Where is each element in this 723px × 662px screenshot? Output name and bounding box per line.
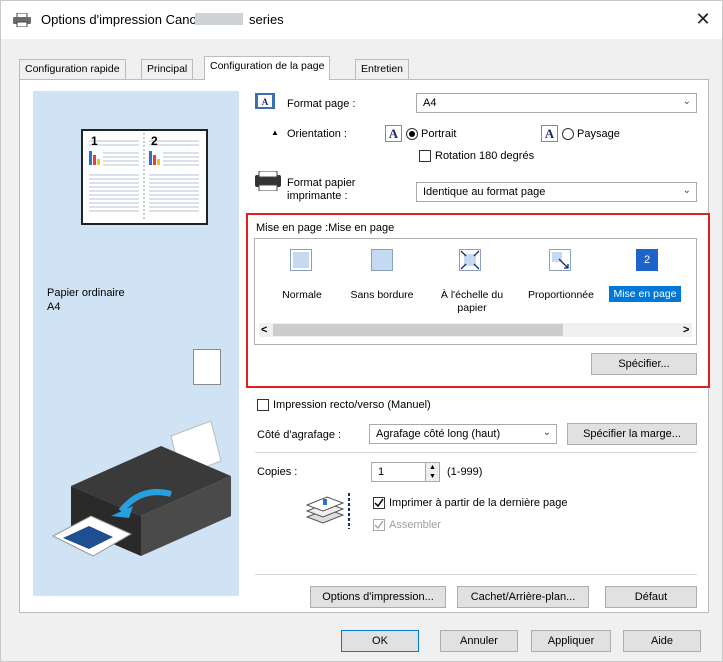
specify-button[interactable]: Spécifier... — [591, 353, 697, 375]
tab-configuration-page[interactable]: Configuration de la page — [204, 56, 331, 80]
copies-input[interactable]: 1 — [371, 462, 426, 482]
portrait-radio[interactable] — [406, 128, 418, 140]
rotation-label[interactable]: Rotation 180 degrés — [435, 150, 534, 162]
redacted-model-name — [195, 13, 243, 25]
duplex-label[interactable]: Impression recto/verso (Manuel) — [273, 399, 431, 411]
window-title-suffix: series — [249, 12, 284, 27]
copies-range: (1-999) — [447, 466, 483, 478]
print-options-button[interactable]: Options d'impression... — [310, 586, 446, 608]
rotation-checkbox[interactable] — [419, 150, 431, 162]
chevron-down-icon: ⌄ — [542, 427, 551, 438]
layout-option-proportionnee[interactable]: Proportionnée — [521, 289, 601, 301]
copies-value: 1 — [378, 466, 385, 478]
specify-margin-button[interactable]: Spécifier la marge... — [567, 423, 697, 445]
layout-option-echelle-line1[interactable]: À l'échelle du — [437, 289, 507, 301]
normal-layout-icon[interactable] — [290, 249, 312, 271]
copies-spinner[interactable]: ▲ ▼ — [425, 462, 440, 482]
printer-icon — [13, 13, 31, 27]
separator — [255, 452, 697, 453]
chevron-down-icon: ⌄ — [682, 185, 691, 196]
paper-size-text: A4 — [47, 301, 61, 313]
media-type-text: Papier ordinaire — [47, 287, 125, 299]
tab-entretien[interactable]: Entretien — [355, 59, 410, 79]
layout-preview-thumbnail: 1 2 — [81, 129, 208, 225]
orientation-bullet: ▲ — [271, 128, 279, 137]
title-bar: Options d'impression Canon series ✕ — [1, 1, 722, 39]
orientation-label: Orientation : — [287, 128, 347, 140]
printer-paper-select[interactable]: Identique au format page ⌄ — [416, 182, 697, 202]
format-page-label: Format page : — [287, 98, 356, 110]
reverse-order-checkbox[interactable] — [373, 497, 385, 509]
printer-paper-icon — [255, 171, 281, 191]
help-button[interactable]: Aide — [623, 630, 701, 652]
layout-option-echelle-line2[interactable]: papier — [437, 302, 507, 314]
layout-option-mise-en-page[interactable]: Mise en page — [609, 286, 681, 302]
svg-text:A: A — [262, 97, 269, 107]
printer-paper-label-line1: Format papier — [287, 177, 356, 189]
collate-label[interactable]: Assembler — [389, 519, 441, 531]
separator — [255, 574, 697, 575]
landscape-radio[interactable] — [562, 128, 574, 140]
ok-button[interactable]: OK — [341, 630, 419, 652]
layout-scrollbar-thumb[interactable] — [273, 324, 563, 336]
two-up-page-icon — [89, 133, 199, 221]
reverse-order-label[interactable]: Imprimer à partir de la dernière page — [389, 497, 568, 509]
thumb-page-number-1: 1 — [91, 134, 98, 148]
format-page-value: A4 — [423, 97, 437, 109]
checkmark-icon — [374, 498, 384, 508]
tab-principal[interactable]: Principal — [141, 59, 194, 79]
thumb-page-number-2: 2 — [151, 134, 158, 148]
duplex-checkbox[interactable] — [257, 399, 269, 411]
printer-paper-value: Identique au format page — [423, 186, 546, 198]
scroll-left-arrow-icon[interactable]: < — [261, 324, 267, 336]
checkmark-icon — [374, 520, 384, 530]
apply-button[interactable]: Appliquer — [531, 630, 611, 652]
printer-illustration-icon — [51, 420, 231, 557]
scroll-right-arrow-icon[interactable]: > — [683, 324, 689, 336]
tab-configuration-rapide[interactable]: Configuration rapide — [19, 59, 126, 79]
page-size-icon: A — [255, 93, 275, 109]
printer-paper-label-line2: imprimante : — [287, 190, 348, 202]
borderless-layout-icon[interactable] — [371, 249, 393, 271]
portrait-label[interactable]: Portrait — [421, 128, 456, 140]
fit-to-page-icon[interactable] — [459, 249, 481, 271]
landscape-orientation-icon: A — [541, 125, 558, 142]
print-options-dialog: Options d'impression Canon series ✕ Conf… — [0, 0, 723, 662]
chevron-down-icon: ⌄ — [682, 96, 691, 107]
format-page-select[interactable]: A4 ⌄ — [416, 93, 697, 113]
paper-orientation-icon — [193, 349, 221, 385]
collate-checkbox[interactable] — [373, 519, 385, 531]
copies-label: Copies : — [257, 466, 298, 478]
layout-group-label: Mise en page :Mise en page — [256, 222, 395, 234]
stamp-background-button[interactable]: Cachet/Arrière-plan... — [457, 586, 589, 608]
page-layout-icon[interactable]: 2 — [636, 249, 658, 271]
stapling-select[interactable]: Agrafage côté long (haut) ⌄ — [369, 424, 557, 444]
layout-option-normale[interactable]: Normale — [276, 289, 328, 301]
layout-option-sans-bordure[interactable]: Sans bordure — [349, 289, 415, 301]
copies-stack-icon — [305, 493, 350, 529]
window-title: Options d'impression Canon — [41, 12, 204, 27]
landscape-label[interactable]: Paysage — [577, 128, 620, 140]
stapling-label: Côté d'agrafage : — [257, 429, 342, 441]
cancel-button[interactable]: Annuler — [440, 630, 518, 652]
stapling-value: Agrafage côté long (haut) — [376, 428, 501, 440]
portrait-orientation-icon: A — [385, 125, 402, 142]
defaults-button[interactable]: Défaut — [605, 586, 697, 608]
close-button[interactable]: ✕ — [691, 7, 715, 31]
scaled-layout-icon[interactable] — [549, 249, 571, 271]
